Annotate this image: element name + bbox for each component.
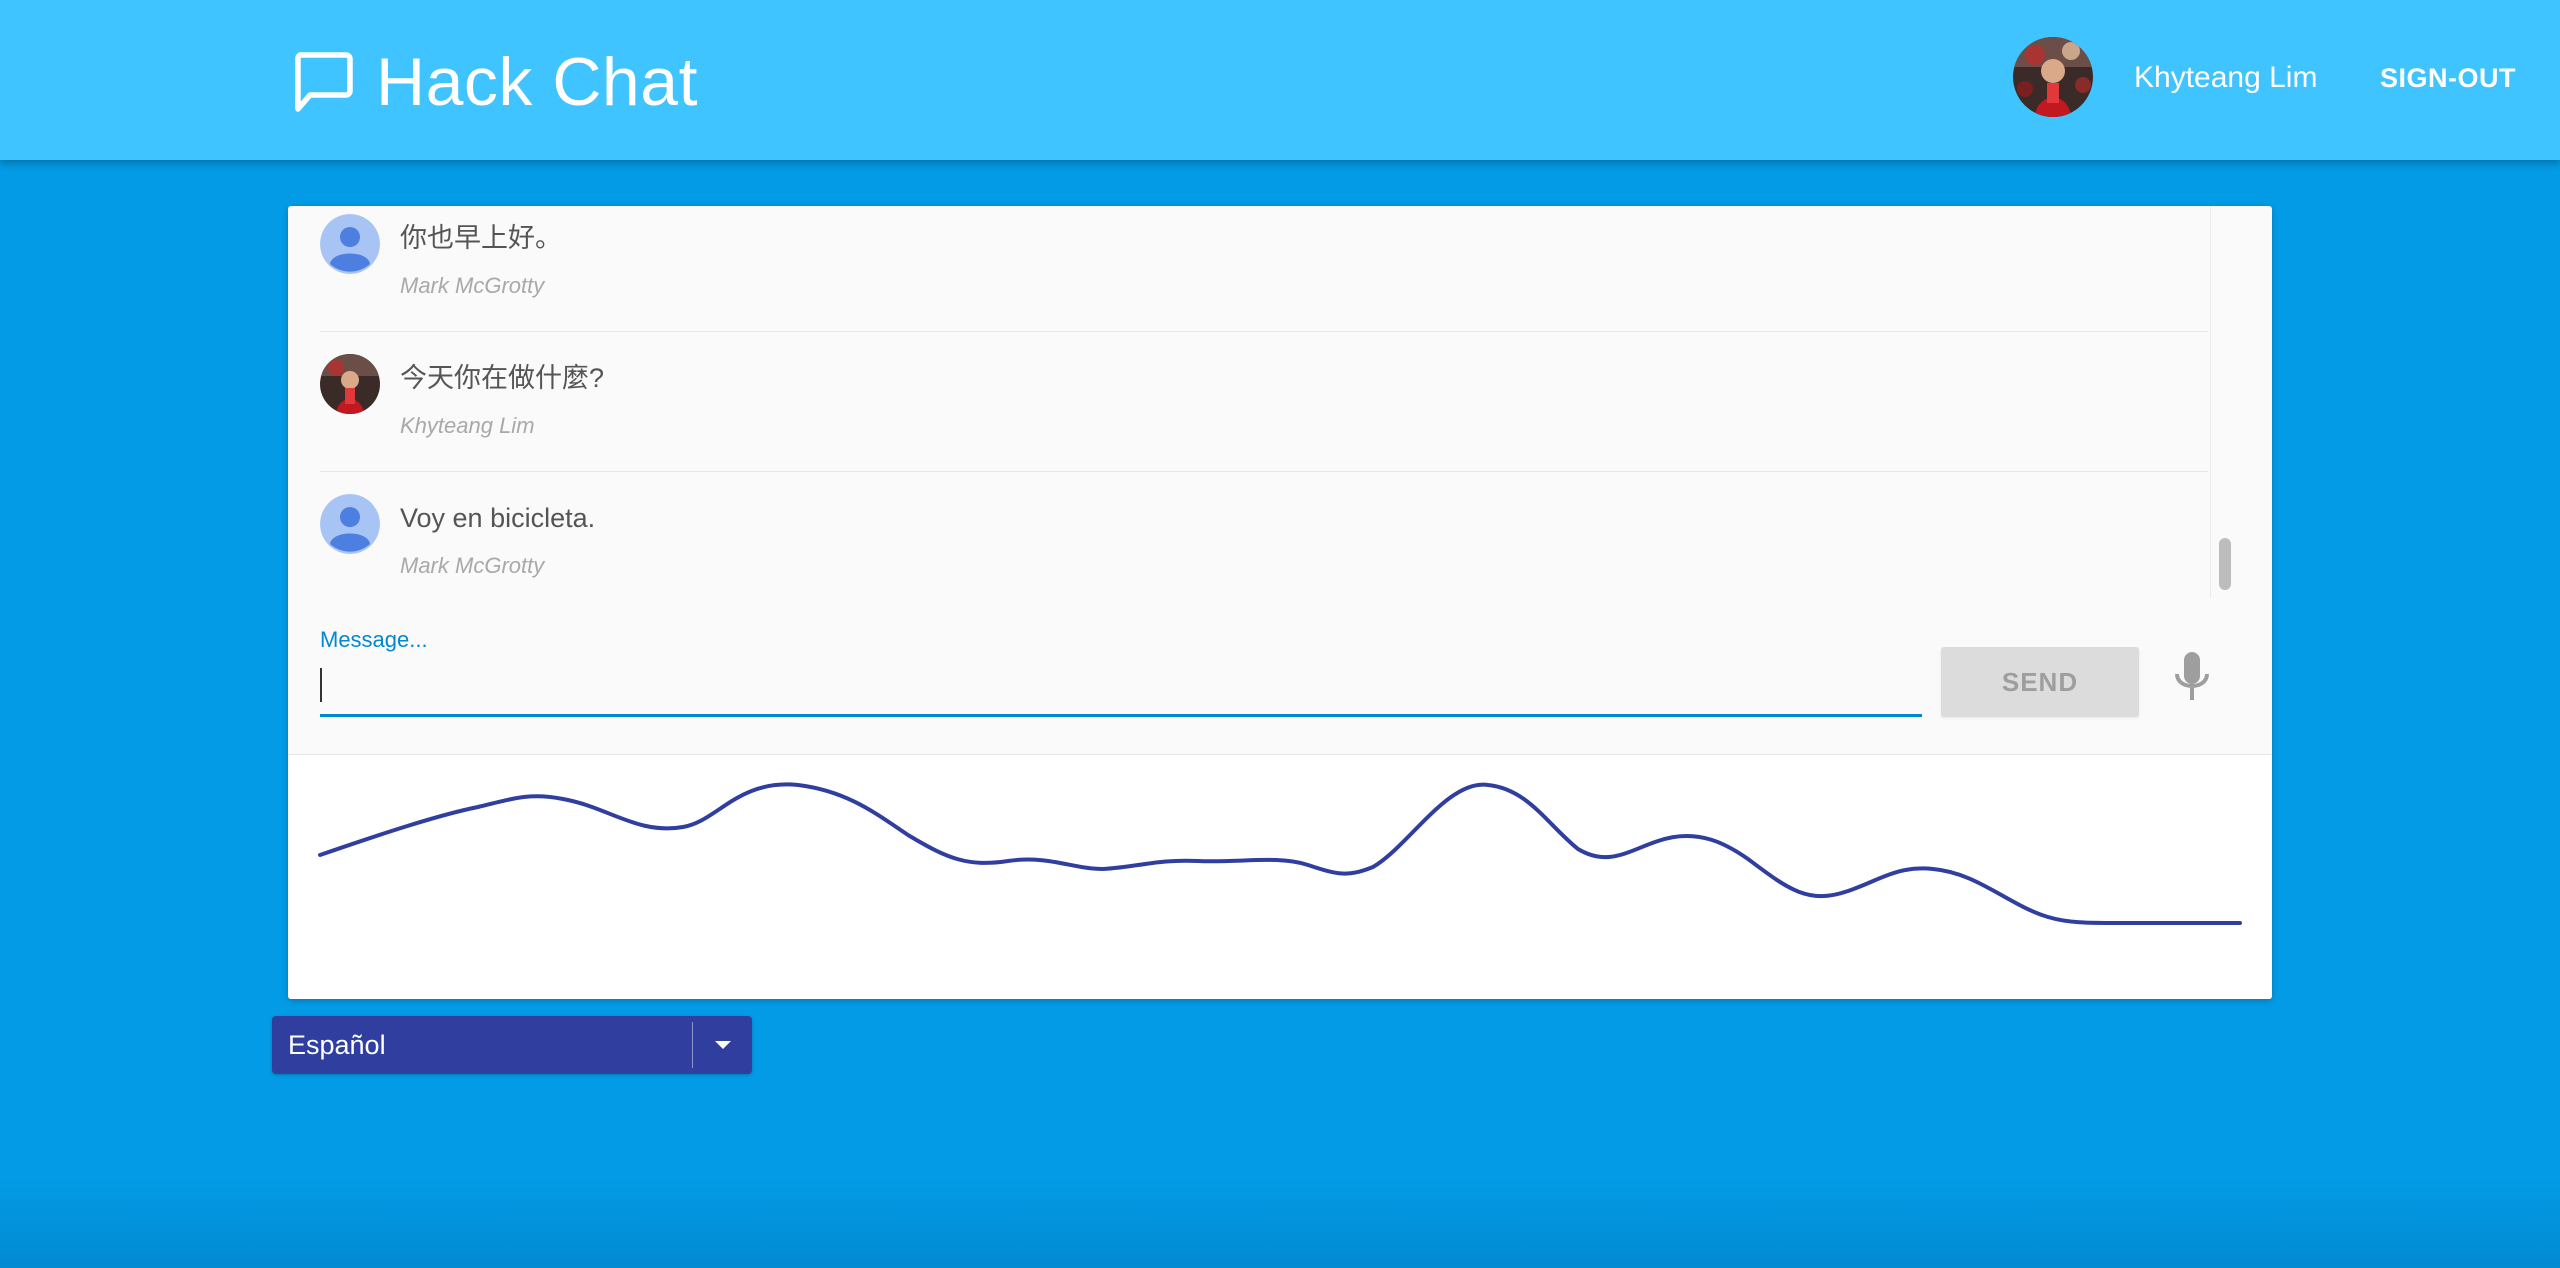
- message-text: Voy en bicicleta.: [400, 503, 596, 533]
- message-input-wrapper[interactable]: [320, 658, 1922, 717]
- user-photo-avatar: [320, 354, 380, 414]
- message-text: 你也早上好。: [400, 223, 562, 253]
- chat-card: 你也早上好。 Mark McGrotty 今天你在做什麼? Khyteang L…: [288, 206, 2272, 999]
- default-avatar-icon: [320, 214, 380, 274]
- message-divider: [320, 331, 2208, 332]
- language-select[interactable]: Español: [272, 1016, 752, 1074]
- message-author: Mark McGrotty: [400, 553, 545, 578]
- sign-out-button[interactable]: SIGN-OUT: [2380, 58, 2516, 98]
- message-text: 今天你在做什麼?: [400, 363, 605, 393]
- message-scrollbar[interactable]: [2210, 206, 2238, 598]
- default-avatar-icon: [320, 494, 380, 554]
- message-list[interactable]: 你也早上好。 Mark McGrotty 今天你在做什麼? Khyteang L…: [288, 206, 2238, 598]
- message-author: Mark McGrotty: [400, 273, 545, 298]
- microphone-icon[interactable]: [2164, 642, 2220, 714]
- message-divider: [320, 471, 2208, 472]
- waveform-line: [318, 782, 2242, 925]
- background-shade: [0, 1178, 2560, 1268]
- brand: Hack Chat: [292, 42, 698, 122]
- user-name: Khyteang Lim: [2134, 61, 2318, 94]
- message-input-label: Message...: [320, 627, 428, 652]
- text-caret: [320, 668, 322, 702]
- message-item: 你也早上好。 Mark McGrotty: [288, 206, 2208, 338]
- send-button[interactable]: SEND: [1941, 647, 2139, 717]
- user-avatar: [2013, 37, 2093, 117]
- message-item: Voy en bicicleta. Mark McGrotty: [288, 478, 2208, 598]
- language-selected-value: Español: [288, 1030, 386, 1060]
- message-item: 今天你在做什麼? Khyteang Lim: [288, 338, 2208, 478]
- audio-visualizer: [288, 755, 2272, 999]
- message-input[interactable]: [320, 658, 1922, 710]
- chat-bubble-icon: [292, 49, 354, 115]
- app-header: Hack Chat Khyteang Lim SIGN-OUT: [0, 0, 2560, 160]
- app-title: Hack Chat: [376, 44, 698, 120]
- app: Hack Chat Khyteang Lim SIGN-OUT 你也早上好。 M…: [0, 0, 2560, 1268]
- message-author: Khyteang Lim: [400, 413, 535, 438]
- scrollbar-thumb[interactable]: [2219, 538, 2231, 590]
- caret-down-icon[interactable]: [693, 1016, 752, 1074]
